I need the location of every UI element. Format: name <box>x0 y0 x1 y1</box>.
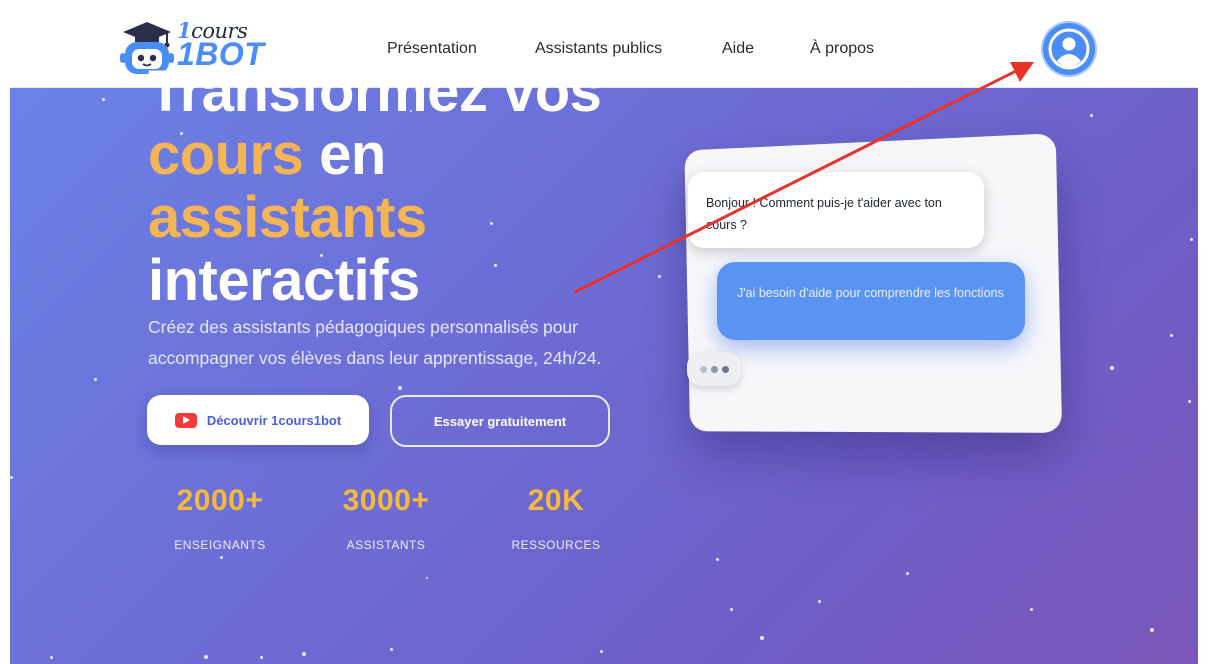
star-dot <box>1090 114 1093 117</box>
star-dot <box>1170 334 1173 337</box>
star-dot <box>10 476 13 479</box>
star-dot <box>760 636 764 640</box>
star-dot <box>1190 238 1193 241</box>
headline-highlight-cours: cours <box>148 122 304 187</box>
star-dot <box>716 558 719 561</box>
star-dot <box>390 648 393 651</box>
stat-value: 20K <box>527 484 585 517</box>
star-dot <box>1188 400 1191 403</box>
user-avatar-icon <box>1048 28 1090 70</box>
hero-headline: Transformez vos cours en assistants inte… <box>148 60 668 312</box>
star-dot <box>1030 608 1033 611</box>
star-dot <box>50 656 53 659</box>
stat-label: ASSISTANTS <box>346 538 426 552</box>
stat-value: 3000+ <box>342 484 430 517</box>
stat-label: ENSEIGNANTS <box>174 538 266 552</box>
star-dot <box>102 98 105 101</box>
youtube-play-icon <box>174 412 197 428</box>
star-dot <box>818 600 821 603</box>
nav-link-presentation[interactable]: Présentation <box>387 40 477 58</box>
star-dot <box>1110 366 1114 370</box>
star-dot <box>426 577 428 579</box>
headline-line-1: Transformez vos <box>148 59 602 124</box>
star-dot <box>204 655 208 659</box>
star-dot <box>94 378 97 381</box>
star-dot <box>906 572 909 575</box>
nav-link-help[interactable]: Aide <box>722 40 754 58</box>
try-free-button[interactable]: Essayer gratuitement <box>390 395 610 447</box>
star-dot <box>1150 628 1154 632</box>
nav-link-public-assistants[interactable]: Assistants publics <box>535 40 662 58</box>
stat-assistants: 3000+ ASSISTANTS <box>322 484 450 552</box>
typing-dots-icon <box>687 352 741 386</box>
headline-highlight-assistants: assistants <box>148 185 427 250</box>
star-dot <box>260 656 263 659</box>
discover-video-button[interactable]: Découvrir 1cours1bot <box>147 395 369 445</box>
star-dot <box>302 652 306 656</box>
bot-message-bubble: Bonjour ! Comment puis-je t'aider avec t… <box>688 172 984 248</box>
stat-teachers: 2000+ ENSEIGNANTS <box>160 484 280 552</box>
try-free-button-label: Essayer gratuitement <box>433 413 567 429</box>
star-dot <box>600 650 603 653</box>
stat-resources: 20K RESSOURCES <box>500 484 612 552</box>
star-dot <box>398 386 402 390</box>
star-dot <box>730 608 733 611</box>
stat-label: RESSOURCES <box>511 538 601 552</box>
typing-dot <box>710 365 718 373</box>
user-message-bubble: J'ai besoin d'aide pour comprendre les f… <box>717 262 1025 340</box>
headline-line-2: cours en <box>148 122 386 187</box>
stat-value: 2000+ <box>176 484 264 517</box>
hero-subtitle: Créez des assistants pédagogiques person… <box>148 317 602 368</box>
nav-link-about[interactable]: À propos <box>810 40 874 58</box>
headline-line-4: interactifs <box>148 248 420 313</box>
discover-button-label: Découvrir 1cours1bot <box>206 412 342 428</box>
typing-dot <box>721 365 729 373</box>
page: 1cours 1BOT Présentation Assistants publ… <box>0 0 1208 664</box>
star-dot <box>220 556 223 559</box>
typing-dot <box>699 365 707 373</box>
user-avatar-button[interactable] <box>1043 23 1095 75</box>
